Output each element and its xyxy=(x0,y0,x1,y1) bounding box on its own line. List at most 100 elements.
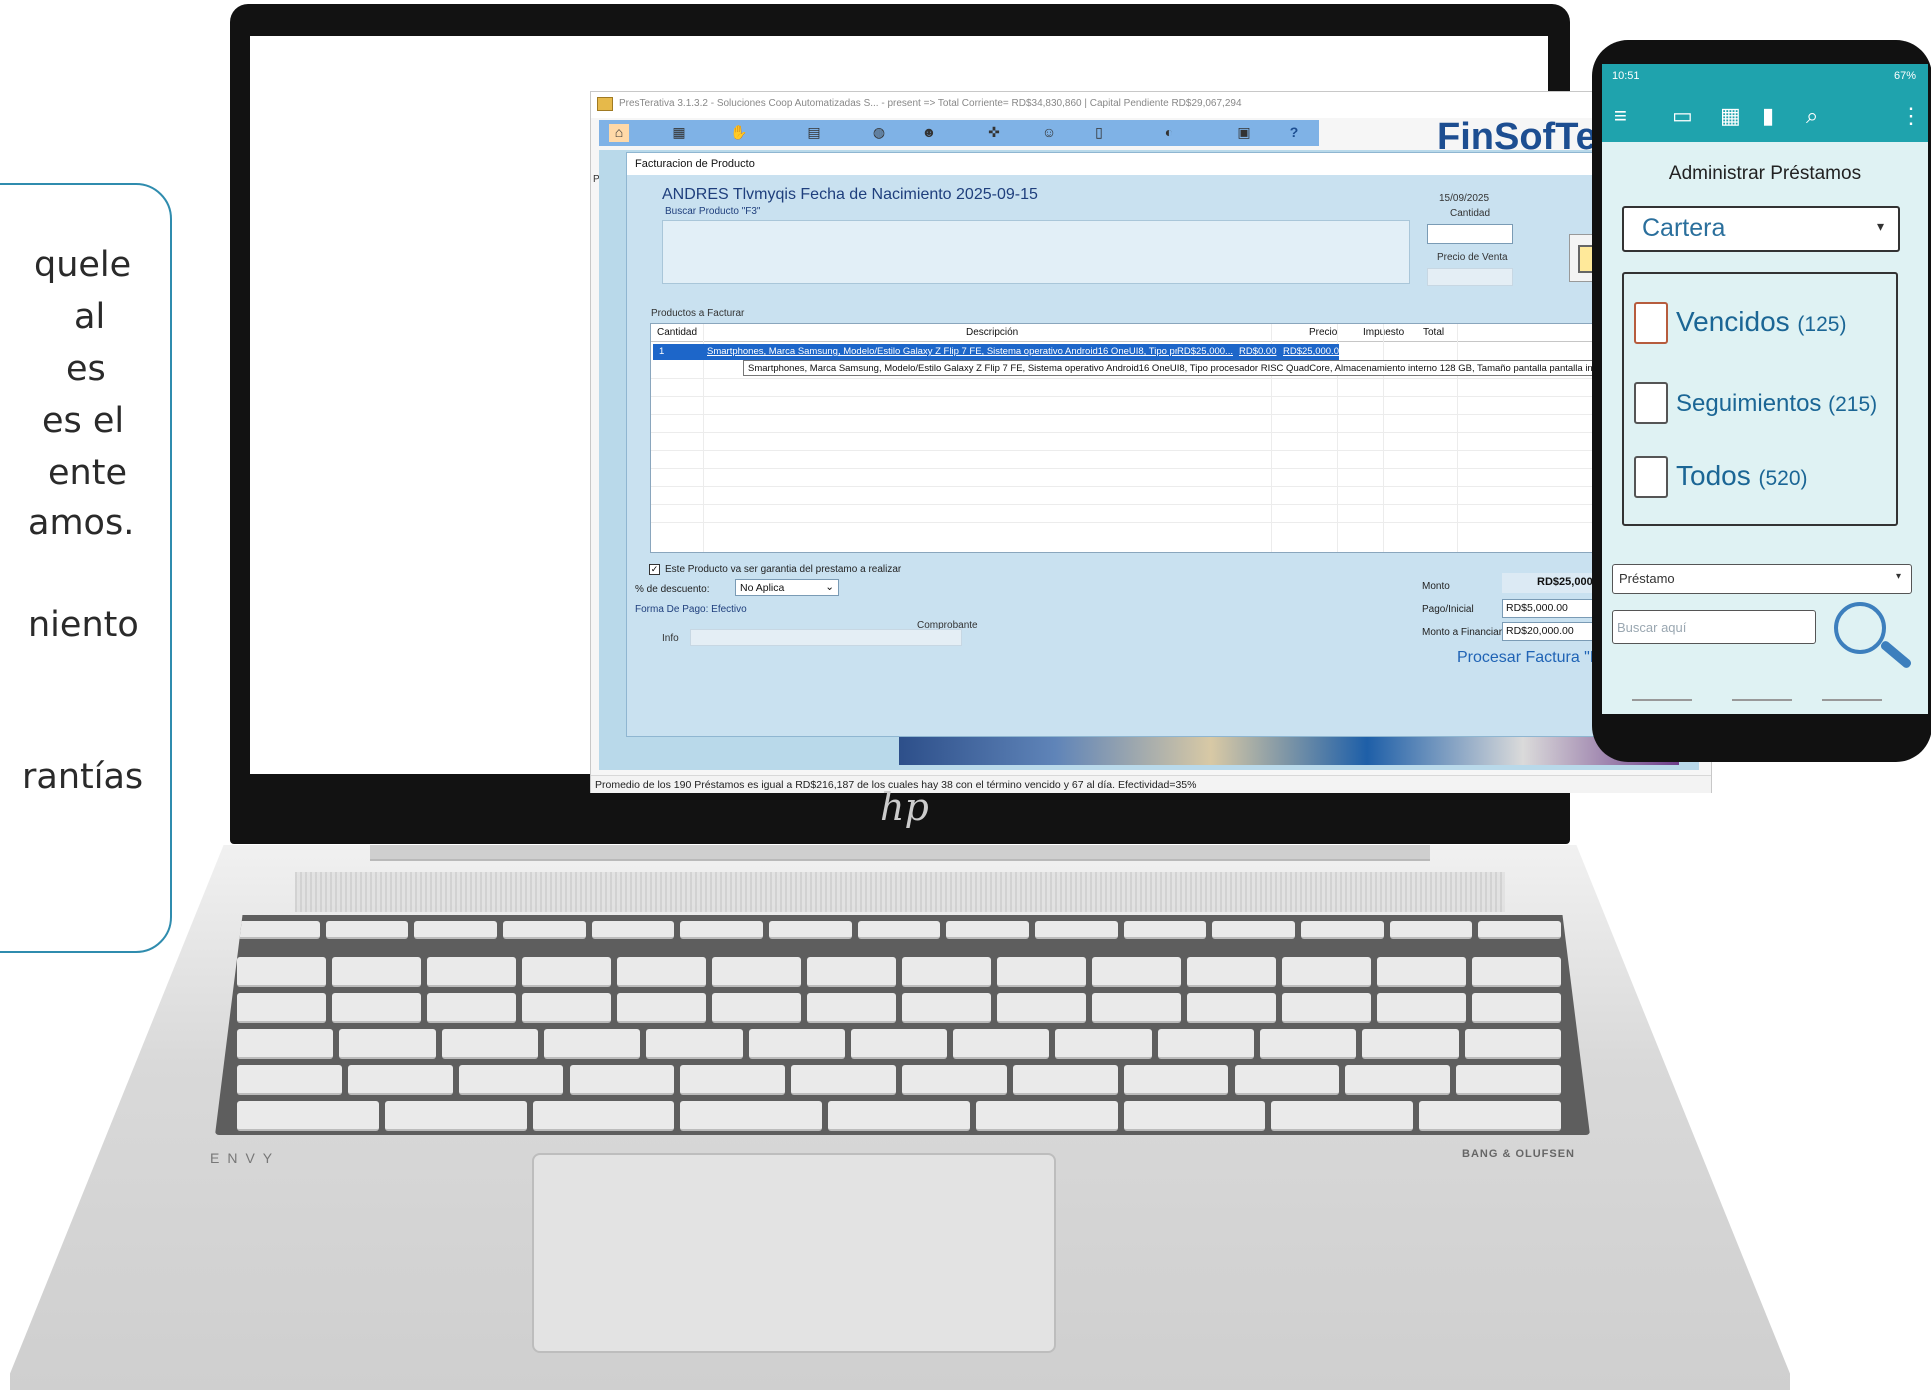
keyboard-key[interactable] xyxy=(1123,1065,1229,1095)
keyboard-key[interactable] xyxy=(325,921,409,939)
keyboard-key[interactable] xyxy=(1092,957,1181,987)
document-icon[interactable]: ▮ xyxy=(1762,103,1774,129)
keyboard-key[interactable] xyxy=(458,1065,564,1095)
network-icon[interactable]: ✜ xyxy=(984,124,1004,142)
more-icon[interactable]: ⋮ xyxy=(1900,103,1922,129)
precio-venta-input[interactable] xyxy=(1427,268,1513,286)
product-search-box[interactable] xyxy=(662,220,1410,284)
keyboard-key[interactable] xyxy=(617,957,706,987)
invoice-icon[interactable]: ▣ xyxy=(1234,124,1254,142)
keyboard-key[interactable] xyxy=(748,1029,845,1059)
info-input[interactable] xyxy=(690,629,962,646)
magnifier-icon[interactable] xyxy=(1834,602,1886,654)
keyboard-key[interactable] xyxy=(237,993,326,1023)
keyboard-key[interactable] xyxy=(975,1101,1118,1131)
keyboard-key[interactable] xyxy=(1260,1029,1357,1059)
table-row[interactable]: 1 Smartphones, Marca Samsung, Modelo/Est… xyxy=(653,344,1344,360)
home-icon[interactable]: ⌂ xyxy=(609,124,629,142)
keyboard-key[interactable] xyxy=(1123,1101,1266,1131)
calculator-icon[interactable]: ▦ xyxy=(669,124,689,142)
laptop-icon[interactable]: ▭ xyxy=(1672,103,1693,129)
handshake-icon[interactable]: ✋ xyxy=(729,124,749,142)
keyboard-key[interactable] xyxy=(769,921,852,939)
keyboard-key[interactable] xyxy=(850,1029,948,1059)
cartera-select[interactable]: Cartera ▾ xyxy=(1622,206,1900,252)
keyboard-key[interactable] xyxy=(1478,921,1561,939)
keyboard-key[interactable] xyxy=(1123,921,1207,939)
keyboard-key[interactable] xyxy=(532,1101,675,1131)
document-icon[interactable]: ▤ xyxy=(804,124,824,142)
seguimientos-item[interactable]: Seguimientos (215) xyxy=(1676,390,1877,418)
keyboard-key[interactable] xyxy=(1212,921,1295,939)
garantia-checkbox[interactable]: ✓ xyxy=(649,564,660,575)
keyboard-key[interactable] xyxy=(946,921,1029,939)
keyboard-key[interactable] xyxy=(1157,1029,1255,1059)
keyboard-key[interactable] xyxy=(1271,1101,1414,1131)
keyboard-key[interactable] xyxy=(902,993,991,1023)
keyboard-key[interactable] xyxy=(1472,957,1561,987)
person-icon[interactable]: ☺ xyxy=(1039,124,1059,142)
keyboard-key[interactable] xyxy=(347,1065,453,1095)
descuento-select[interactable]: No Aplica ⌄ xyxy=(735,579,839,596)
keyboard-key[interactable] xyxy=(617,993,706,1023)
keyboard-key[interactable] xyxy=(807,957,896,987)
keyboard-key[interactable] xyxy=(1234,1065,1340,1095)
keyboard-key[interactable] xyxy=(503,921,586,939)
keyboard-key[interactable] xyxy=(646,1029,743,1059)
keyboard-key[interactable] xyxy=(1035,921,1118,939)
keyboard-key[interactable] xyxy=(791,1065,896,1095)
keyboard-key[interactable] xyxy=(1389,921,1473,939)
globe-icon[interactable]: ◍ xyxy=(869,124,889,142)
keyboard-key[interactable] xyxy=(1187,993,1276,1023)
keyboard-key[interactable] xyxy=(1301,921,1384,939)
keyboard-key[interactable] xyxy=(857,921,941,939)
keyboard-key[interactable] xyxy=(1345,1065,1451,1095)
world-icon[interactable]: ◐ xyxy=(1159,124,1179,142)
keyboard-key[interactable] xyxy=(902,957,991,987)
keyboard-key[interactable] xyxy=(1419,1101,1561,1131)
keyboard-key[interactable] xyxy=(427,993,516,1023)
keyboard-key[interactable] xyxy=(427,957,516,987)
group-icon[interactable]: ☻ xyxy=(919,124,939,142)
keyboard-key[interactable] xyxy=(339,1029,436,1059)
keyboard-key[interactable] xyxy=(680,921,763,939)
keyboard-key[interactable] xyxy=(1092,993,1181,1023)
calculator-icon[interactable]: ▦ xyxy=(1720,103,1741,129)
keyboard-key[interactable] xyxy=(569,1065,675,1095)
keyboard-key[interactable] xyxy=(1472,993,1561,1023)
keyboard-key[interactable] xyxy=(522,957,611,987)
loan-type-select[interactable]: Préstamo ▾ xyxy=(1612,564,1912,594)
keyboard-key[interactable] xyxy=(237,1029,334,1059)
todos-item[interactable]: Todos (520) xyxy=(1676,460,1808,492)
search-icon[interactable]: ⌕ xyxy=(1806,103,1818,129)
keyboard-key[interactable] xyxy=(712,993,801,1023)
keyboard-key[interactable] xyxy=(1187,957,1276,987)
keyboard-key[interactable] xyxy=(591,921,675,939)
keyboard-key[interactable] xyxy=(828,1101,970,1131)
menu-icon[interactable]: ≡ xyxy=(1614,103,1627,129)
keyboard-key[interactable] xyxy=(902,1065,1007,1095)
keyboard-key[interactable] xyxy=(237,957,326,987)
keyboard-key[interactable] xyxy=(1282,993,1371,1023)
phone-search-input[interactable]: Buscar aquí xyxy=(1612,610,1816,644)
keyboard-key[interactable] xyxy=(1012,1065,1118,1095)
vencidos-item[interactable]: Vencidos (125) xyxy=(1676,306,1846,338)
keyboard-key[interactable] xyxy=(953,1029,1050,1059)
keyboard-key[interactable] xyxy=(441,1029,538,1059)
keyboard-key[interactable] xyxy=(1456,1065,1561,1095)
book-icon[interactable]: ▯ xyxy=(1089,124,1109,142)
help-icon[interactable]: ? xyxy=(1284,124,1304,142)
keyboard-key[interactable] xyxy=(384,1101,527,1131)
keyboard-key[interactable] xyxy=(237,1101,379,1131)
keyboard-key[interactable] xyxy=(997,993,1086,1023)
keyboard-key[interactable] xyxy=(1362,1029,1459,1059)
cantidad-input[interactable] xyxy=(1427,224,1513,244)
keyboard-key[interactable] xyxy=(680,1065,786,1095)
keyboard-key[interactable] xyxy=(237,1065,342,1095)
keyboard-key[interactable] xyxy=(332,993,421,1023)
keyboard-key[interactable] xyxy=(522,993,611,1023)
keyboard-key[interactable] xyxy=(807,993,896,1023)
keyboard-key[interactable] xyxy=(543,1029,641,1059)
keyboard-key[interactable] xyxy=(1377,993,1466,1023)
keyboard-key[interactable] xyxy=(1282,957,1371,987)
